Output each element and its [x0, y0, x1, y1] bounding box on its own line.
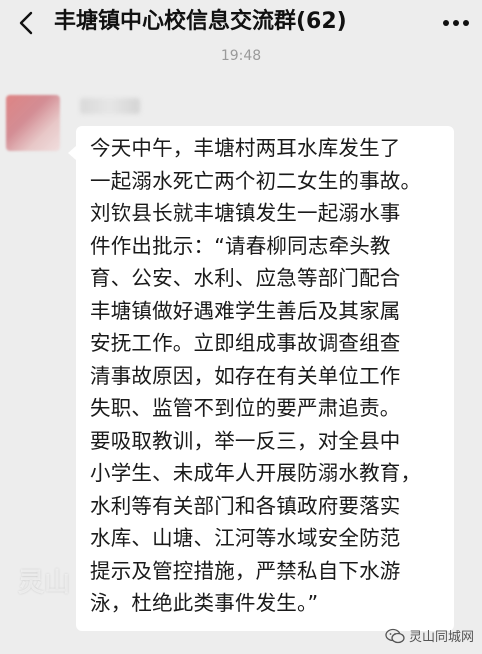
wechat-icon [385, 628, 405, 643]
chat-header: 丰塘镇中心校信息交流群(62) [0, 0, 482, 46]
chat-title: 丰塘镇中心校信息交流群(62) [54, 9, 347, 34]
message-bubble[interactable]: 今天中午，丰塘村两耳水库发生了 一起溺水死亡两个初二女生的事故。 刘钦县长就丰塘… [68, 126, 454, 631]
watermark-source-label: 灵山同城网 [408, 630, 474, 645]
avatar[interactable] [6, 95, 60, 151]
message-timestamp: 19:48 [220, 48, 262, 64]
watermark-logo: 灵山 [18, 568, 71, 598]
watermark-source: 灵山同城网 [385, 626, 474, 645]
sender-name-blurred [80, 98, 140, 114]
chevron-left-icon[interactable] [14, 10, 40, 36]
message-text: 今天中午，丰塘村两耳水库发生了 一起溺水死亡两个初二女生的事故。 刘钦县长就丰塘… [90, 136, 422, 615]
more-icon[interactable] [440, 12, 472, 34]
